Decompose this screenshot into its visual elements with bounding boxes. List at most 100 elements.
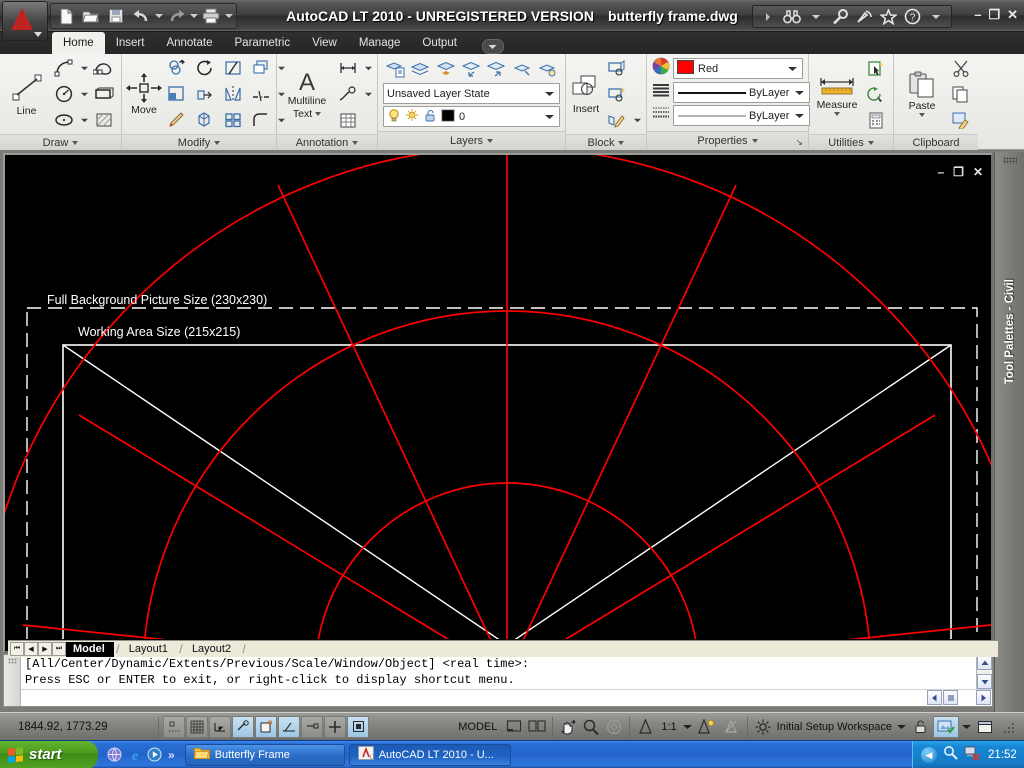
taskbar-item-butterfly-frame[interactable]: Butterfly Frame xyxy=(185,744,345,766)
object-snap-tracking-toggle[interactable] xyxy=(301,716,323,738)
doc-restore-button[interactable]: ❐ xyxy=(953,165,964,179)
tray-network-icon[interactable] xyxy=(964,745,980,765)
scroll-up-button[interactable] xyxy=(977,655,992,670)
layout-tab-layout2[interactable]: Layout2 xyxy=(185,642,240,657)
break-icon[interactable] xyxy=(248,82,274,106)
chevron-down-icon[interactable] xyxy=(543,114,556,120)
dimension-dropdown-icon[interactable] xyxy=(363,56,373,80)
panel-title-block[interactable]: Block xyxy=(566,134,646,150)
open-file-button[interactable] xyxy=(79,5,103,27)
tray-expand-icon[interactable]: ◀ xyxy=(921,747,937,763)
edit-attribute-icon[interactable] xyxy=(604,108,630,132)
panel-title-modify[interactable]: Modify xyxy=(122,134,276,150)
clean-screen-icon[interactable] xyxy=(503,716,525,738)
chevron-down-icon[interactable] xyxy=(72,141,78,145)
panel-title-draw[interactable]: Draw xyxy=(0,134,121,150)
panel-title-layers[interactable]: Layers xyxy=(378,131,565,150)
chevron-down-icon[interactable] xyxy=(352,141,358,145)
object-snap-toggle[interactable] xyxy=(278,716,300,738)
tab-home[interactable]: Home xyxy=(52,32,105,54)
chevron-down-icon[interactable] xyxy=(786,66,799,72)
undo-button[interactable] xyxy=(129,5,153,27)
panel-title-clipboard[interactable]: Clipboard xyxy=(894,134,978,150)
binoculars-icon[interactable] xyxy=(781,6,803,27)
properties-dialog-launcher-icon[interactable]: ↘ xyxy=(795,137,803,148)
communication-center-icon[interactable] xyxy=(853,6,875,27)
quick-select-icon[interactable] xyxy=(863,56,889,80)
undo-dropdown-icon[interactable] xyxy=(155,14,163,18)
leader-dropdown-icon[interactable] xyxy=(363,82,373,106)
infocenter-dropdown-icon[interactable] xyxy=(812,15,820,19)
next-layout-button[interactable]: ▶ xyxy=(38,642,52,656)
favorites-star-icon[interactable] xyxy=(877,6,899,27)
rotate-icon[interactable] xyxy=(192,56,218,80)
dynamic-input-toggle[interactable] xyxy=(347,716,369,738)
mtext-dropdown-icon[interactable] xyxy=(315,112,321,116)
status-tray-settings-icon[interactable] xyxy=(933,716,959,738)
grid-display-toggle[interactable] xyxy=(209,716,231,738)
explode-icon[interactable] xyxy=(192,108,218,132)
last-layout-button[interactable]: ⏭ xyxy=(52,642,66,656)
save-file-button[interactable] xyxy=(104,5,128,27)
layer-off-icon[interactable] xyxy=(408,57,432,81)
tab-insert[interactable]: Insert xyxy=(105,32,156,54)
ribbon-minimize-icon[interactable] xyxy=(482,39,504,54)
polar-tracking-toggle[interactable] xyxy=(255,716,277,738)
doc-close-button[interactable]: ✕ xyxy=(973,165,983,179)
redo-button[interactable] xyxy=(164,5,188,27)
paste-dropdown-icon[interactable] xyxy=(919,113,925,117)
command-horizontal-scrollbar[interactable] xyxy=(927,690,991,705)
quick-launch-overflow-icon[interactable]: » xyxy=(168,748,175,762)
help-icon[interactable]: ? xyxy=(901,6,923,27)
tray-clock[interactable]: 21:52 xyxy=(988,749,1017,761)
tab-view[interactable]: View xyxy=(301,32,348,54)
internet-explorer-icon[interactable]: e xyxy=(126,746,143,763)
scroll-down-button[interactable] xyxy=(977,674,992,689)
chevron-down-icon[interactable] xyxy=(868,141,874,145)
measure-button[interactable]: Measure xyxy=(813,70,861,118)
color-wheel-icon[interactable] xyxy=(652,57,670,80)
qat-customize-icon[interactable] xyxy=(225,14,233,18)
annotation-scale-value[interactable]: 1:1 xyxy=(659,721,678,733)
arc-icon[interactable] xyxy=(51,56,77,80)
tab-parametric[interactable]: Parametric xyxy=(224,32,302,54)
define-attribute-icon[interactable] xyxy=(604,82,630,106)
workspace-dropdown-icon[interactable] xyxy=(895,716,907,738)
attribute-dropdown-icon[interactable] xyxy=(632,108,642,132)
quick-calc-icon[interactable] xyxy=(863,82,889,106)
hatch-icon[interactable] xyxy=(91,108,117,132)
annotation-visibility-icon[interactable] xyxy=(696,716,718,738)
layer-color-swatch[interactable] xyxy=(441,109,455,125)
panel-title-properties[interactable]: Properties ↘ xyxy=(647,131,808,150)
hscroll-thumb[interactable] xyxy=(943,690,958,705)
steering-wheel-icon[interactable] xyxy=(603,716,625,738)
status-bar-resize-grip-icon[interactable] xyxy=(998,716,1020,738)
command-window-grip[interactable] xyxy=(4,655,21,706)
cut-icon[interactable] xyxy=(948,56,974,80)
taskbar-item-autocad[interactable]: LT AutoCAD LT 2010 - U... xyxy=(349,744,511,766)
trim-icon[interactable] xyxy=(220,56,246,80)
command-vertical-scrollbar[interactable] xyxy=(976,655,992,689)
scale-icon[interactable] xyxy=(164,82,190,106)
linetype-combo[interactable]: ByLayer xyxy=(673,82,810,103)
redo-dropdown-icon[interactable] xyxy=(190,14,198,18)
search-expander-icon[interactable] xyxy=(757,6,779,27)
layer-match-icon[interactable] xyxy=(510,57,534,81)
workspace-gear-icon[interactable] xyxy=(752,716,774,738)
prev-layout-button[interactable]: ◀ xyxy=(24,642,38,656)
chevron-down-icon[interactable] xyxy=(618,141,624,145)
layer-isolate-icon[interactable] xyxy=(536,57,560,81)
layer-thaw-icon[interactable] xyxy=(405,108,419,126)
doc-minimize-button[interactable]: – xyxy=(937,165,944,179)
subscription-center-icon[interactable] xyxy=(829,6,851,27)
tool-palettes-panel[interactable]: Tool Palettes - Civil xyxy=(994,152,1024,712)
new-file-button[interactable] xyxy=(54,5,78,27)
space-toggle[interactable]: MODEL xyxy=(452,721,503,733)
rectangle-icon[interactable] xyxy=(91,82,117,106)
drawing-canvas[interactable]: Full Background Picture Size (230x230) W… xyxy=(5,155,991,639)
ellipse-dropdown-icon[interactable] xyxy=(79,108,89,132)
create-block-icon[interactable] xyxy=(604,56,630,80)
group-icon[interactable] xyxy=(220,108,246,132)
layer-previous-icon[interactable] xyxy=(459,57,483,81)
status-tray-dropdown-icon[interactable] xyxy=(961,716,972,738)
